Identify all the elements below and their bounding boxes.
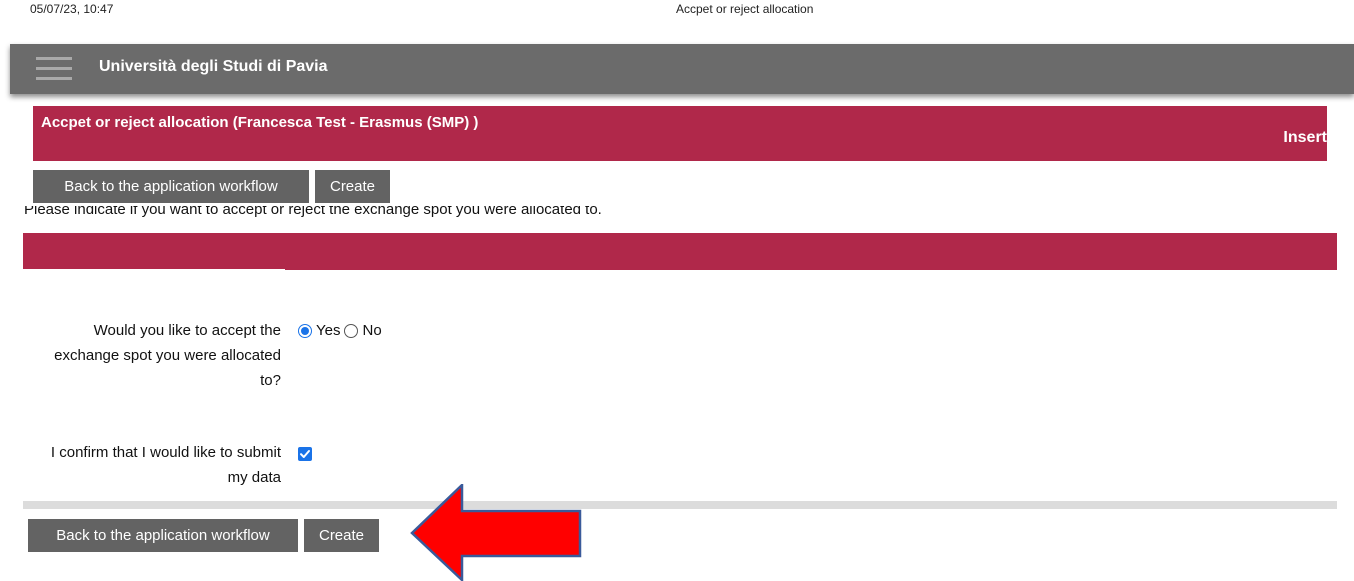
accept-radio-group: Yes No [298, 320, 386, 342]
print-title: Accpet or reject allocation [676, 2, 814, 16]
section-band-notch [23, 269, 285, 272]
radio-yes-label[interactable]: Yes [316, 320, 340, 342]
radio-no[interactable] [344, 324, 359, 338]
create-button-top[interactable]: Create [315, 170, 390, 203]
hamburger-menu-icon[interactable] [36, 55, 72, 83]
form-divider [23, 501, 1337, 509]
university-name: Università degli Studi di Pavia [99, 58, 328, 75]
page-title-bar: Accpet or reject allocation (Francesca T… [33, 106, 1327, 161]
print-header: 05/07/23, 10:47 Accpet or reject allocat… [0, 0, 1354, 22]
accept-question-label: Would you like to accept the exchange sp… [54, 322, 281, 389]
instruction-label: Please indicate if you want to accept or… [24, 206, 602, 218]
radio-yes[interactable] [298, 324, 312, 338]
red-arrow-left-icon [410, 484, 582, 581]
confirm-checkbox[interactable] [298, 447, 312, 461]
section-header-band [23, 233, 1337, 270]
back-to-workflow-button-bottom[interactable]: Back to the application workflow [28, 519, 298, 552]
mode-label: Insert [1283, 129, 1327, 146]
top-navigation-bar: Università degli Studi di Pavia [10, 44, 1354, 94]
page-title: Accpet or reject allocation (Francesca T… [41, 114, 479, 131]
radio-no-label[interactable]: No [362, 320, 381, 342]
checkmark-icon [300, 450, 310, 458]
instruction-text: Please indicate if you want to accept or… [24, 206, 1024, 226]
confirm-label: I confirm that I would like to submit my… [50, 444, 281, 486]
back-to-workflow-button-top[interactable]: Back to the application workflow [33, 170, 309, 203]
create-button-bottom[interactable]: Create [304, 519, 379, 552]
print-date: 05/07/23, 10:47 [30, 2, 114, 16]
